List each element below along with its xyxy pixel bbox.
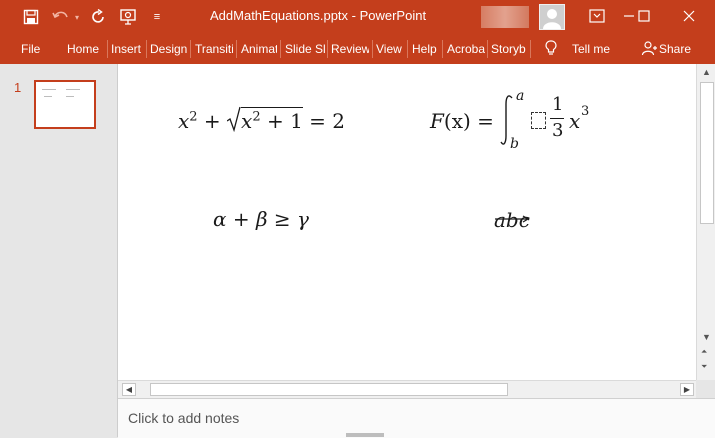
eq1-exponent: 2 (189, 109, 198, 125)
redo-icon[interactable] (87, 6, 109, 28)
eq2-denominator: 3 (552, 120, 564, 141)
eq2-numerator: 1 (552, 94, 564, 115)
eq1-x: x (178, 109, 190, 133)
pane-splitter[interactable] (346, 433, 384, 437)
maximize-icon[interactable] (631, 5, 657, 27)
equation-vector[interactable]: abc (494, 202, 530, 232)
eq1-rad-exponent: 2 (252, 109, 261, 125)
slides-panel: 1 (0, 64, 118, 437)
tab-animations[interactable]: Animat (241, 42, 277, 56)
tab-design[interactable]: Design (150, 42, 188, 56)
placeholder-box[interactable] (531, 112, 546, 129)
eq2-F: F (430, 109, 444, 133)
tab-separator (146, 40, 147, 58)
horizontal-scrollbar[interactable]: ◀ ▶ (118, 380, 696, 398)
equation-greek[interactable]: α + β ≥ γ (213, 207, 309, 231)
tab-help[interactable]: Help (412, 42, 440, 56)
present-icon[interactable] (117, 6, 139, 28)
tab-separator (327, 40, 328, 58)
tab-slide-show[interactable]: Slide Sl (285, 42, 325, 56)
slide-canvas[interactable]: x2 + x2 + 1 = 2 F(x) = a b 1 3 x 3 α + β… (118, 64, 696, 380)
slide-number: 1 (14, 80, 22, 95)
tab-separator (190, 40, 191, 58)
tab-separator (442, 40, 443, 58)
eq2-upper-limit: a (516, 88, 525, 104)
ribbon-tabs: File Home Insert Design Transiti Animat … (0, 34, 715, 64)
title-bar: ▾ ≡ AddMathEquations.pptx - PowerPoint (0, 0, 715, 34)
eq1-radicand: x2 + 1 (241, 107, 303, 133)
horizontal-scroll-thumb[interactable] (150, 383, 508, 396)
tab-separator (280, 40, 281, 58)
tab-review[interactable]: Review (331, 42, 369, 56)
close-icon[interactable] (676, 5, 702, 27)
tab-file[interactable]: File (21, 42, 40, 56)
notes-pane[interactable]: Click to add notes (118, 398, 715, 438)
scroll-right-icon[interactable]: ▶ (680, 383, 694, 396)
undo-dropdown-icon[interactable]: ▾ (72, 6, 82, 28)
eq2-x: x (569, 109, 581, 133)
tab-separator (107, 40, 108, 58)
account-name (481, 6, 529, 28)
share-icon[interactable] (641, 40, 657, 59)
tab-view[interactable]: View (376, 42, 404, 56)
equation-sqrt[interactable]: x2 + x2 + 1 = 2 (178, 106, 345, 137)
sqrt-icon (226, 106, 241, 137)
vector-arrow-icon (494, 204, 530, 228)
tab-separator (487, 40, 488, 58)
share-button[interactable]: Share (659, 42, 691, 56)
vertical-scroll-thumb[interactable] (700, 82, 714, 224)
tell-me-search[interactable]: Tell me (572, 42, 610, 56)
eq1-plus: + (203, 109, 221, 133)
notes-placeholder: Click to add notes (128, 410, 240, 426)
fraction-bar (550, 118, 564, 119)
thumb-eq1-line (42, 89, 56, 90)
tab-transitions[interactable]: Transiti (195, 42, 233, 56)
tab-separator (372, 40, 373, 58)
save-icon[interactable] (20, 6, 42, 28)
scroll-left-icon[interactable]: ◀ (122, 383, 136, 396)
eq1-rad-x: x (241, 109, 253, 133)
eq1-equals: = 2 (309, 109, 346, 133)
customize-icon[interactable]: ≡ (146, 6, 168, 28)
window-title: AddMathEquations.pptx - PowerPoint (210, 8, 427, 23)
slide-thumbnail[interactable] (34, 80, 96, 129)
eq2-equals: = (477, 109, 494, 133)
avatar[interactable] (539, 4, 565, 30)
eq2-lhs: F(x) = (430, 109, 494, 133)
undo-icon[interactable] (50, 6, 72, 28)
tab-insert[interactable]: Insert (111, 42, 144, 56)
tab-separator (530, 40, 531, 58)
tab-separator (236, 40, 237, 58)
lightbulb-icon[interactable] (545, 40, 557, 59)
tab-separator (407, 40, 408, 58)
tab-home[interactable]: Home (67, 42, 99, 56)
eq1-plus-one: + 1 (266, 109, 303, 133)
eq2-lower-limit: b (510, 136, 519, 152)
previous-slide-icon[interactable]: ⏶ (701, 347, 707, 357)
thumb-eq3-line (44, 96, 52, 97)
tab-storyboarding[interactable]: Storyb (491, 42, 528, 56)
eq2-exponent: 3 (581, 104, 590, 119)
eq2-paren: (x) (443, 109, 471, 133)
scroll-up-icon[interactable]: ▲ (702, 67, 711, 77)
ribbon-display-icon[interactable] (584, 5, 610, 27)
scroll-down-icon[interactable]: ▼ (702, 332, 711, 342)
tab-acrobat[interactable]: Acroba (447, 42, 485, 56)
equation-integral[interactable]: F(x) = a b 1 3 x 3 (430, 88, 600, 152)
thumb-eq2-line (66, 89, 80, 90)
thumb-eq4-line (66, 96, 74, 97)
next-slide-icon[interactable]: ⏷ (701, 362, 707, 372)
vertical-scrollbar[interactable]: ▲ ▼ ⏶ ⏷ (696, 64, 715, 380)
